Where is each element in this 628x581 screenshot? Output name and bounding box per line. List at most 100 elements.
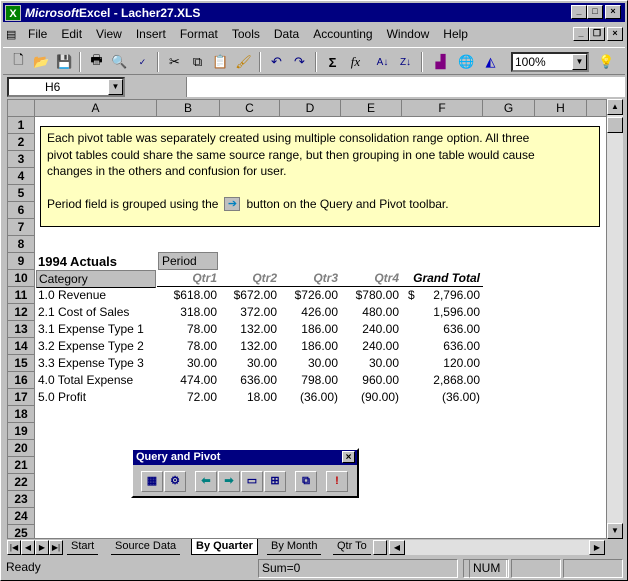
row-header[interactable]: 13 [8,321,35,338]
tab-by-quarter[interactable]: By Quarter [191,539,258,555]
row-header[interactable]: 1 [8,117,35,134]
column-header-c[interactable]: C [220,100,280,117]
refresh-data-icon[interactable]: ! [326,471,348,492]
menu-view[interactable]: View [89,27,129,41]
column-header-d[interactable]: D [280,100,341,117]
chart-wizard-icon[interactable]: ▟ [429,51,452,73]
row-header[interactable]: 9 [8,253,35,270]
menu-window[interactable]: Window [380,27,437,41]
row-header[interactable]: 21 [8,457,35,474]
last-sheet-icon[interactable]: ▶| [49,540,63,555]
scroll-down-icon[interactable]: ▼ [607,523,623,539]
cut-icon[interactable]: ✂ [163,51,186,73]
group-icon[interactable]: ➡ [218,471,240,492]
row-header[interactable]: 20 [8,440,35,457]
value-cell[interactable]: 78.00 [157,321,217,338]
open-icon[interactable]: 📂 [30,51,53,73]
paste-icon[interactable]: 📋 [209,51,232,73]
value-cell[interactable]: 636.00 [220,372,277,389]
tab-by-month[interactable]: By Month [267,539,322,555]
header-qtr1[interactable]: Qtr1 [157,270,220,287]
value-cell[interactable]: $780.00 [341,287,399,304]
value-cell[interactable]: (36.00) [280,389,338,406]
value-cell[interactable]: 132.00 [220,321,277,338]
document-icon[interactable]: ▤ [3,28,21,41]
row-header[interactable]: 10 [8,270,35,287]
value-cell[interactable]: 30.00 [280,355,338,372]
row-header[interactable]: 22 [8,474,35,491]
value-cell[interactable]: $726.00 [280,287,338,304]
value-cell[interactable]: 186.00 [280,321,338,338]
row-header[interactable]: 4 [8,168,35,185]
doc-minimize-button[interactable]: _ [573,27,589,41]
row-header[interactable]: 17 [8,389,35,406]
print-icon[interactable]: 🖶 [85,51,108,73]
query-pivot-titlebar[interactable]: Query and Pivot × [133,450,357,465]
drawing-icon[interactable]: ◭ [479,51,502,73]
column-header-g[interactable]: G [483,100,535,117]
value-cell[interactable]: 30.00 [220,355,277,372]
new-icon[interactable]: 🗋 [7,51,30,73]
scroll-left-icon[interactable]: ◀ [389,540,405,555]
value-cell[interactable]: (90.00) [341,389,399,406]
query-pivot-close-icon[interactable]: × [342,451,355,463]
scroll-up-icon[interactable]: ▲ [607,99,623,115]
tab-split-handle[interactable] [373,540,387,555]
row-header[interactable]: 7 [8,219,35,236]
minimize-button[interactable]: _ [571,5,587,19]
value-cell[interactable]: 18.00 [220,389,277,406]
show-pages-icon[interactable]: ⧉ [295,471,317,492]
value-cell[interactable]: 426.00 [280,304,338,321]
tab-source-data[interactable]: Source Data [111,539,181,555]
value-cell[interactable]: 132.00 [220,338,277,355]
category-cell[interactable]: 1.0 Revenue [38,287,106,304]
menu-data[interactable]: Data [267,27,306,41]
format-painter-icon[interactable]: 🖌 [232,51,255,73]
pivot-field-icon[interactable]: ⚙ [164,471,186,492]
row-header[interactable]: 18 [8,406,35,423]
category-cell[interactable]: 2.1 Cost of Sales [38,304,129,321]
function-wizard-icon[interactable]: fx [344,51,367,73]
total-cell[interactable]: 2,796.00 [402,287,480,304]
header-qtr3[interactable]: Qtr3 [280,270,341,287]
value-cell[interactable]: 798.00 [280,372,338,389]
row-header[interactable]: 16 [8,372,35,389]
category-field-button[interactable]: Category [36,270,156,288]
value-cell[interactable]: 30.00 [157,355,217,372]
value-cell[interactable]: 372.00 [220,304,277,321]
row-header[interactable]: 15 [8,355,35,372]
category-cell[interactable]: 3.2 Expense Type 2 [38,338,144,355]
first-sheet-icon[interactable]: |◀ [7,540,21,555]
row-header[interactable]: 11 [8,287,35,304]
column-header-b[interactable]: B [157,100,220,117]
close-button[interactable]: × [605,5,621,19]
value-cell[interactable]: 72.00 [157,389,217,406]
value-cell[interactable]: 30.00 [341,355,399,372]
scroll-thumb[interactable] [607,117,623,133]
pivot-title[interactable]: 1994 Actuals [38,253,117,270]
row-header[interactable]: 23 [8,491,35,508]
row-header[interactable]: 24 [8,508,35,525]
pivot-wizard-icon[interactable]: ▦ [141,471,163,492]
row-header[interactable]: 2 [8,134,35,151]
category-cell[interactable]: 5.0 Profit [38,389,86,406]
autosum-icon[interactable]: Σ [321,51,344,73]
menu-insert[interactable]: Insert [129,27,173,41]
print-preview-icon[interactable]: 🔍 [108,51,131,73]
zoom-dropdown-icon[interactable]: ▼ [572,54,587,70]
row-header[interactable]: 6 [8,202,35,219]
row-header[interactable]: 25 [8,525,35,538]
tab-start[interactable]: Start [67,539,99,555]
ungroup-icon[interactable]: ⬅ [195,471,217,492]
column-header-a[interactable]: A [35,100,157,117]
map-icon[interactable]: 🌐 [455,51,478,73]
category-cell[interactable]: 3.1 Expense Type 1 [38,321,144,338]
total-cell[interactable]: 2,868.00 [402,372,480,389]
total-cell[interactable]: 120.00 [402,355,480,372]
column-header-h[interactable]: H [535,100,587,117]
value-cell[interactable]: 186.00 [280,338,338,355]
prev-sheet-icon[interactable]: ◀ [21,540,35,555]
horizontal-scrollbar[interactable] [389,540,605,555]
row-header[interactable]: 12 [8,304,35,321]
total-cell[interactable]: 636.00 [402,321,480,338]
